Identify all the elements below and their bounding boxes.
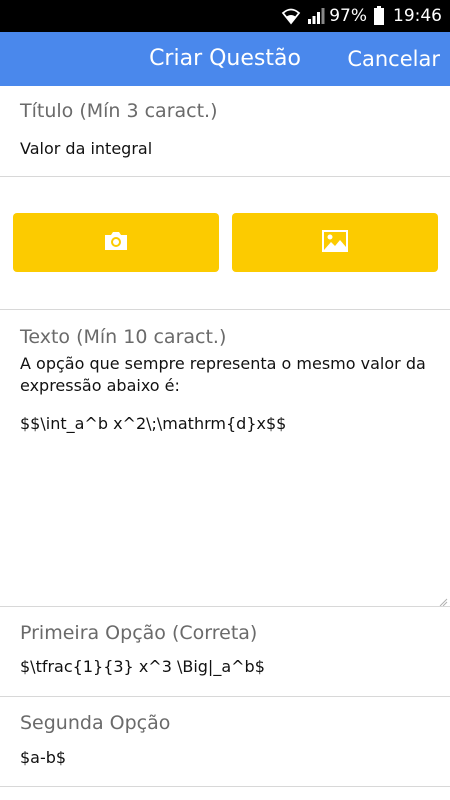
option2-label: Segunda Opção bbox=[20, 712, 171, 734]
clock: 19:46 bbox=[393, 6, 442, 26]
resize-grip-icon[interactable] bbox=[438, 592, 448, 607]
gallery-button[interactable] bbox=[232, 213, 438, 272]
option1-input[interactable]: $\tfrac{1}{3} x^3 \Big|_a^b$ bbox=[20, 656, 430, 678]
app-bar: Criar Questão Cancelar bbox=[0, 32, 450, 86]
image-icon bbox=[321, 229, 349, 257]
text-area[interactable]: Texto (Mín 10 caract.) A opção que sempr… bbox=[0, 310, 450, 607]
divider bbox=[0, 786, 450, 787]
status-bar: 97% 19:46 bbox=[0, 0, 450, 32]
text-line-formula: $$\int_a^b x^2\;\mathrm{d}x$$ bbox=[20, 414, 287, 433]
divider bbox=[0, 606, 450, 607]
title-field-label: Título (Mín 3 caract.) bbox=[20, 100, 218, 122]
divider bbox=[0, 696, 450, 697]
title-input[interactable]: Valor da integral bbox=[20, 138, 430, 160]
cancel-button[interactable]: Cancelar bbox=[347, 32, 440, 86]
option2-input[interactable]: $a-b$ bbox=[20, 747, 430, 769]
battery-percent: 97% bbox=[329, 6, 367, 26]
option1-label: Primeira Opção (Correta) bbox=[20, 622, 258, 644]
wifi-icon bbox=[281, 7, 301, 25]
camera-icon bbox=[103, 230, 129, 256]
camera-button[interactable] bbox=[13, 213, 219, 272]
text-field-label: Texto (Mín 10 caract.) bbox=[20, 326, 227, 348]
battery-icon bbox=[373, 6, 385, 26]
text-line-question: A opção que sempre representa o mesmo va… bbox=[20, 354, 426, 395]
signal-icon bbox=[307, 7, 325, 25]
divider bbox=[0, 176, 450, 177]
